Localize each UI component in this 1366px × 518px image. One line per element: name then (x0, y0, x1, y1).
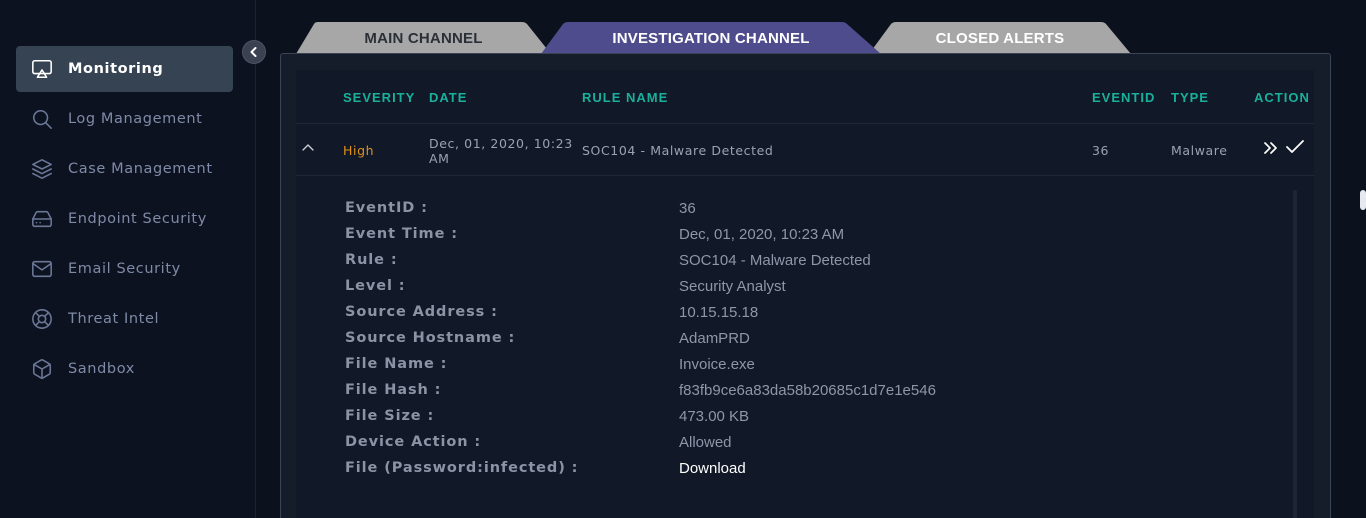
rule-name-value: SOC104 - Malware Detected (582, 143, 774, 158)
layers-icon (30, 157, 54, 181)
detail-row-device-action: Device Action : Allowed (296, 434, 1196, 460)
sidebar-item-case-management[interactable]: Case Management (16, 146, 233, 192)
table-header: SEVERITY DATE RULE NAME EVENTID TYPE ACT… (296, 70, 1314, 124)
detail-label: EventID : (345, 200, 428, 216)
tab-closed-alerts[interactable]: CLOSED ALERTS (869, 22, 1131, 54)
check-icon[interactable] (1285, 139, 1305, 155)
detail-label: Source Hostname : (345, 330, 516, 346)
details-scrollbar[interactable] (1293, 190, 1297, 518)
detail-label: File Size : (345, 408, 435, 424)
detail-label: Source Address : (345, 304, 498, 320)
sidebar-item-log-management[interactable]: Log Management (16, 96, 233, 142)
table-row[interactable]: High Dec, 01, 2020, 10:23 AM SOC104 - Ma… (296, 124, 1314, 176)
detail-value: SOC104 - Malware Detected (679, 252, 871, 269)
column-header-action: ACTION (1254, 90, 1310, 105)
date-line: Dec, 01, 2020, 10:23 (429, 136, 573, 151)
detail-label: File Hash : (345, 382, 442, 398)
severity-value: High (343, 143, 375, 158)
detail-row-file-hash: File Hash : f83fb9ce6a83da58b20685c1d7e1… (296, 382, 1196, 408)
download-link[interactable]: Download (679, 460, 746, 477)
detail-row-source-address: Source Address : 10.15.15.18 (296, 304, 1196, 330)
mail-icon (30, 257, 54, 281)
detail-label: File Name : (345, 356, 448, 372)
double-chevron-right-icon[interactable] (1263, 141, 1279, 155)
sidebar-item-label: Email Security (68, 261, 181, 277)
search-icon (30, 107, 54, 131)
detail-value: Dec, 01, 2020, 10:23 AM (679, 226, 845, 243)
date-value: Dec, 01, 2020, 10:23 AM (429, 136, 573, 166)
detail-row-level: Level : Security Analyst (296, 278, 1196, 304)
detail-row-source-hostname: Source Hostname : AdamPRD (296, 330, 1196, 356)
sidebar-nav: Monitoring Log Management Case Managemen… (16, 46, 233, 396)
sidebar-item-label: Sandbox (68, 361, 135, 377)
detail-label: File (Password:infected) : (345, 460, 579, 476)
sidebar-item-monitoring[interactable]: Monitoring (16, 46, 233, 92)
box-icon (30, 357, 54, 381)
column-header-severity[interactable]: SEVERITY (343, 90, 415, 105)
sidebar-item-email-security[interactable]: Email Security (16, 246, 233, 292)
column-header-eventid[interactable]: EVENTID (1092, 90, 1155, 105)
detail-value: 10.15.15.18 (679, 304, 759, 321)
lifebuoy-icon (30, 307, 54, 331)
sidebar-item-label: Threat Intel (68, 311, 160, 327)
detail-row-file-name: File Name : Invoice.exe (296, 356, 1196, 382)
detail-label: Event Time : (345, 226, 458, 242)
alerts-panel: SEVERITY DATE RULE NAME EVENTID TYPE ACT… (280, 53, 1331, 518)
detail-value: Security Analyst (679, 278, 786, 295)
hard-drive-icon (30, 207, 54, 231)
tab-label: INVESTIGATION CHANNEL (612, 29, 810, 47)
detail-label: Device Action : (345, 434, 482, 450)
detail-value: AdamPRD (679, 330, 750, 347)
column-header-rule-name[interactable]: RULE NAME (582, 90, 668, 105)
detail-label: Level : (345, 278, 406, 294)
sidebar-item-endpoint-security[interactable]: Endpoint Security (16, 196, 233, 242)
alert-details: EventID : 36 Event Time : Dec, 01, 2020,… (296, 176, 1314, 518)
monitor-icon (30, 57, 54, 81)
sidebar-item-label: Monitoring (68, 61, 164, 77)
detail-row-event-time: Event Time : Dec, 01, 2020, 10:23 AM (296, 226, 1196, 252)
detail-row-file-download: File (Password:infected) : Download (296, 460, 1196, 486)
tab-investigation-channel[interactable]: INVESTIGATION CHANNEL (541, 22, 881, 54)
sidebar-collapse-button[interactable] (242, 40, 266, 64)
sidebar-item-label: Case Management (68, 161, 213, 177)
tab-main-channel[interactable]: MAIN CHANNEL (296, 22, 551, 54)
chevron-left-icon (250, 47, 257, 57)
detail-row-file-size: File Size : 473.00 KB (296, 408, 1196, 434)
sidebar: Monitoring Log Management Case Managemen… (0, 0, 256, 518)
tab-label: CLOSED ALERTS (935, 29, 1065, 47)
eventid-value: 36 (1092, 143, 1110, 158)
sidebar-item-threat-intel[interactable]: Threat Intel (16, 296, 233, 342)
detail-value: Allowed (679, 434, 732, 451)
chevron-up-icon[interactable] (301, 142, 315, 152)
type-value: Malware (1171, 143, 1228, 158)
detail-value: f83fb9ce6a83da58b20685c1d7e1e546 (679, 382, 936, 399)
sidebar-item-label: Endpoint Security (68, 211, 207, 227)
detail-value: Invoice.exe (679, 356, 755, 373)
page-scrollbar-thumb[interactable] (1360, 190, 1366, 210)
date-line: AM (429, 151, 450, 166)
detail-value: 36 (679, 200, 696, 217)
tab-label: MAIN CHANNEL (364, 29, 483, 47)
detail-value: 473.00 KB (679, 408, 750, 425)
column-header-type[interactable]: TYPE (1171, 90, 1209, 105)
alerts-table: SEVERITY DATE RULE NAME EVENTID TYPE ACT… (296, 70, 1314, 518)
sidebar-item-sandbox[interactable]: Sandbox (16, 346, 233, 392)
detail-row-eventid: EventID : 36 (296, 200, 1196, 226)
detail-label: Rule : (345, 252, 398, 268)
sidebar-item-label: Log Management (68, 111, 203, 127)
detail-row-rule: Rule : SOC104 - Malware Detected (296, 252, 1196, 278)
column-header-date[interactable]: DATE (429, 90, 467, 105)
